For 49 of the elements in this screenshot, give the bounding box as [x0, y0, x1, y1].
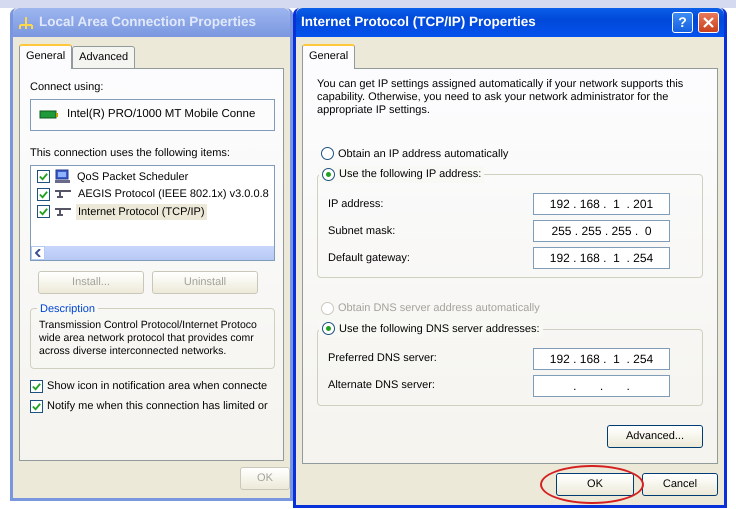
checkbox[interactable] [30, 400, 43, 414]
checkbox[interactable] [37, 205, 50, 218]
adapter-name: Intel(R) PRO/1000 MT Mobile Conne [67, 107, 256, 122]
close-icon [703, 17, 714, 28]
ip-address-field[interactable]: 192 . 168 . 1 . 254 [533, 348, 670, 370]
window-title: Internet Protocol (TCP/IP) Properties [301, 13, 537, 32]
tab[interactable]: General [19, 44, 72, 68]
scroll-left-button[interactable] [31, 246, 45, 260]
network-protocol-icon [54, 189, 72, 200]
ok-button[interactable]: OK [556, 473, 634, 496]
checkbox[interactable] [37, 188, 50, 201]
ip-address-field[interactable]: 255 . 255 . 255 . 0 [533, 220, 670, 242]
close-button[interactable] [698, 12, 719, 33]
field-label: This connection uses the following items: [30, 146, 231, 161]
checkbox-label: Show icon in notification area when connecte [47, 378, 268, 394]
window-title: Local Area Connection Properties [39, 13, 258, 32]
field-label: Alternate DNS server: [328, 378, 435, 394]
checkbox-label: Notify me when this connection has limited or [47, 399, 268, 414]
intro-text: You can get IP settings assigned automatically if your network supports this capability. Otherwise, you need to ask your network administrator for the appropriate IP settings. [317, 78, 684, 118]
network-icon [18, 16, 34, 30]
advanced-button[interactable]: Advanced... [607, 424, 703, 448]
checkbox[interactable] [37, 170, 50, 184]
network-card-icon [39, 110, 59, 120]
checkbox[interactable] [30, 380, 43, 393]
help-button[interactable]: ? [672, 12, 693, 33]
tab[interactable]: Advanced [72, 46, 136, 68]
ip-address-field[interactable]: . . . [533, 374, 670, 397]
list-item[interactable]: Internet Protocol (TCP/IP) [76, 204, 207, 220]
radio-label: Obtain DNS server address automatically [338, 301, 540, 316]
horizontal-scrollbar[interactable] [31, 246, 274, 260]
field-label: Preferred DNS server: [328, 351, 437, 366]
radio-button[interactable] [322, 168, 335, 181]
network-protocol-icon [54, 206, 72, 217]
list-item[interactable]: QoS Packet Scheduler [75, 168, 190, 185]
cancel-button[interactable]: Cancel [642, 473, 718, 496]
radio-label[interactable]: Obtain an IP address automatically [338, 146, 508, 162]
field-label: Default gateway: [328, 250, 410, 266]
field-label: IP address: [328, 196, 384, 212]
ip-address-field[interactable]: 192 . 168 . 1 . 254 [533, 247, 670, 270]
ip-address-field[interactable]: 192 . 168 . 1 . 201 [533, 193, 670, 216]
field-label: Connect using: [30, 80, 104, 94]
radio-button[interactable] [321, 147, 334, 160]
tab[interactable]: General [302, 44, 356, 68]
radio-button[interactable] [322, 322, 335, 336]
radio-label[interactable]: Use the following DNS server addresses: [339, 320, 540, 338]
list-item[interactable]: AEGIS Protocol (IEEE 802.1x) v3.0.0.8 [76, 186, 271, 202]
field-label: Subnet mask: [328, 224, 396, 239]
computer-icon [54, 169, 71, 184]
description-text: Transmission Control Protocol/Internet Protoco wide area network protocol that provides comr across diverse interconnected networks. [39, 318, 258, 358]
